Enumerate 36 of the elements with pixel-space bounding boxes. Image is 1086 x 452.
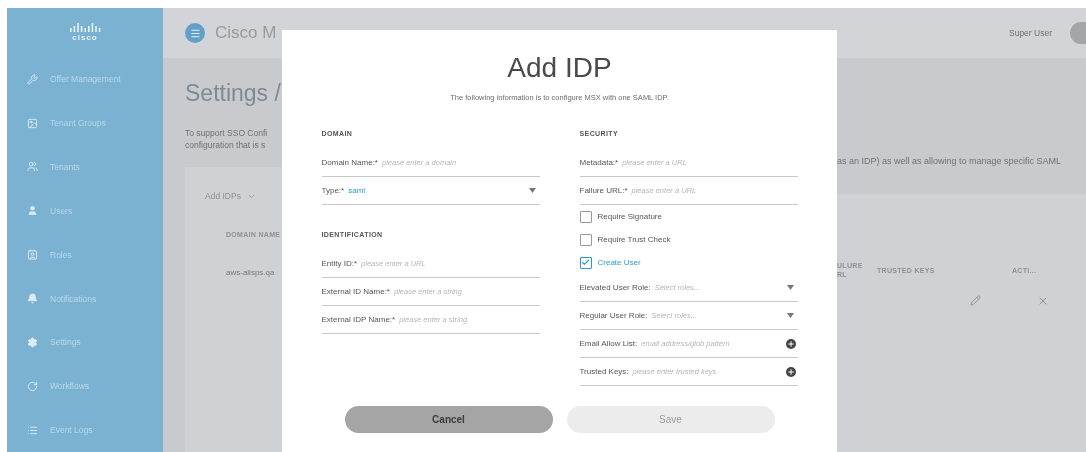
user-icon — [27, 205, 38, 217]
checkbox-label: Create User — [597, 258, 641, 267]
checkbox-label: Require Trust Check — [597, 235, 671, 244]
dropdown-caret-icon — [786, 313, 794, 318]
checkbox[interactable] — [579, 210, 592, 223]
add-icon[interactable] — [785, 338, 796, 349]
cancel-button[interactable]: Cancel — [344, 406, 553, 433]
add-icon[interactable] — [785, 366, 796, 377]
dropdown-caret-icon — [786, 285, 794, 290]
logo-text: cisco — [72, 33, 98, 43]
user-name[interactable]: Super User — [1009, 28, 1052, 38]
group-icon — [27, 161, 38, 173]
refresh-icon — [27, 380, 38, 392]
logo-bars-icon — [69, 23, 101, 33]
checkbox-label: Require Signature — [597, 212, 662, 221]
description-text: To support SSO Confi — [185, 127, 269, 139]
description-text: configuration that is s — [185, 139, 267, 151]
image-icon — [27, 117, 38, 129]
close-icon[interactable] — [1037, 295, 1049, 307]
checkbox[interactable] — [579, 256, 592, 269]
dialog-title: Add IDP — [507, 52, 612, 84]
app-title: Cisco M — [215, 23, 277, 43]
menu-icon[interactable] — [185, 23, 205, 43]
tools-icon — [27, 73, 38, 85]
select-field[interactable]: Type:* saml — [321, 177, 540, 205]
gear-icon — [27, 336, 38, 348]
table-cell-text: aws-allsps.qa — [226, 268, 276, 277]
description-text: as an IDP) as well as allowing to manage specific SAML — [837, 156, 1063, 166]
edit-icon[interactable] — [970, 295, 981, 306]
bell-icon — [27, 293, 38, 304]
page-title: Settings / — [185, 80, 282, 107]
checkbox[interactable] — [579, 233, 592, 246]
avatar[interactable] — [1070, 22, 1086, 44]
dropdown-caret-icon — [528, 188, 536, 193]
list-icon — [27, 424, 38, 436]
contact-card-icon — [27, 249, 38, 261]
